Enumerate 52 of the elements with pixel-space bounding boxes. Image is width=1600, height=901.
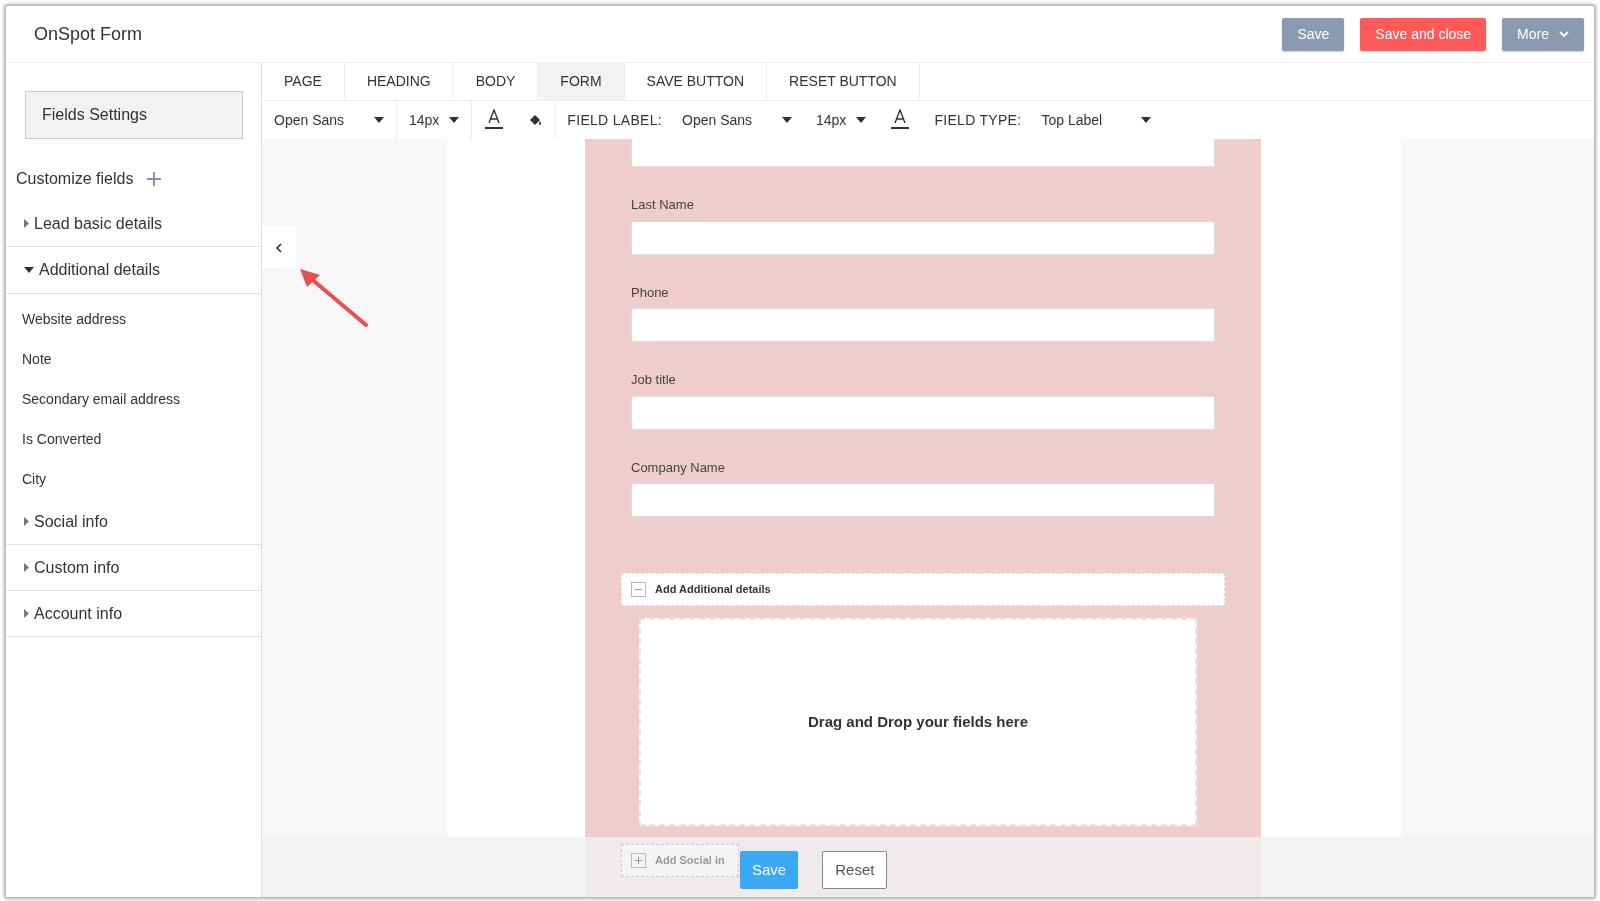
field-list-item[interactable]: Secondary email address [6,379,261,419]
input-field[interactable] [631,139,1215,167]
caret-icon [1141,117,1152,123]
drop-hint: Drag and Drop your fields here [807,711,1028,732]
caret-right-icon [24,609,29,618]
paint-bucket-icon[interactable] [528,113,543,127]
chevron-down-icon [1559,31,1569,39]
field-list-item[interactable]: City [6,459,261,499]
input-field[interactable] [631,395,1215,430]
accordion-header[interactable]: Account info [6,591,261,637]
field-label: Last Name [631,196,695,214]
caret-right-icon [24,219,29,228]
field-label: Job title [631,371,677,389]
field-list-item[interactable]: Note [6,339,261,379]
section-header[interactable]: Add Additional details [621,573,1225,606]
section-title: Add Social in [655,853,725,869]
fields-settings-button[interactable]: Fields Settings [25,91,243,139]
toolbar-label: FIELD LABEL: [566,110,663,130]
window-title: OnSpot Form [34,22,143,46]
field-label: Company Name [631,458,726,477]
plus-icon[interactable] [147,172,162,186]
dropdown[interactable]: Open Sans [670,101,804,139]
input-field[interactable] [631,220,1215,255]
field-label: Phone [631,283,670,302]
caret-right-icon [24,563,29,572]
input-field[interactable] [631,483,1215,517]
caret-icon [856,117,867,123]
input-field[interactable] [631,308,1215,342]
dropdown[interactable]: Top Label [1029,101,1164,139]
chevron-left-icon [275,242,283,253]
arrow-drawing [298,267,370,329]
expand-icon[interactable] [631,853,646,868]
field-list-item[interactable]: Website address [6,299,261,339]
accordion-header[interactable]: Social info [6,499,261,545]
section-title: Add Additional details [655,582,771,598]
caret-down-icon [24,267,34,273]
reset-button[interactable]: Reset [822,851,888,889]
accordion-header[interactable]: Custom info [6,545,261,591]
section-label: Customize fields [16,169,134,189]
caret-right-icon [24,517,29,526]
caret-icon [782,117,792,123]
toolbar-label: FIELD TYPE: [933,110,1023,130]
caret-icon [374,117,384,123]
caret-icon [449,117,460,123]
tab[interactable]: FORM [538,63,625,100]
text-color-icon[interactable] [890,109,911,131]
accordion-header[interactable]: Additional details [6,247,261,293]
accordion-header[interactable]: Lead basic details [6,201,261,247]
text-color-icon[interactable] [484,109,505,131]
collapse-icon[interactable] [631,582,646,597]
field-list-item[interactable]: Is Converted [6,419,261,459]
dropdown[interactable]: 14px [804,101,879,139]
